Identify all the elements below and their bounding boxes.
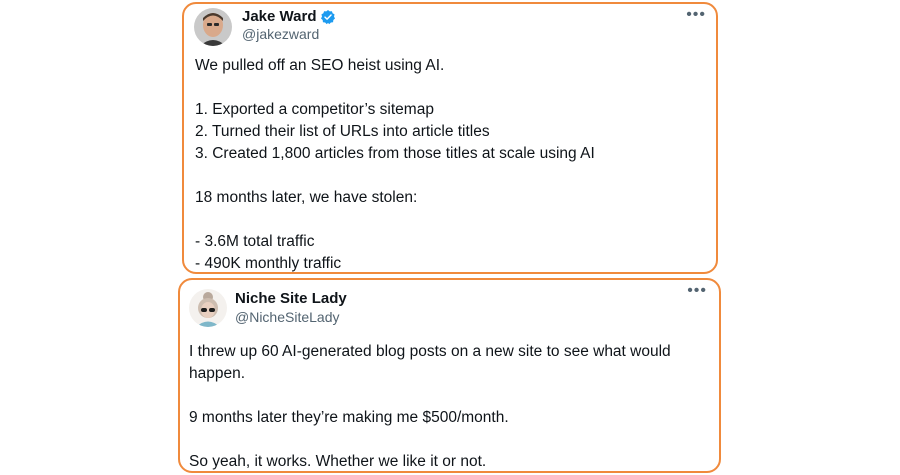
avatar-illustration-icon	[189, 289, 227, 327]
tweet-line: - 3.6M total traffic	[195, 233, 315, 250]
author-name-row: Niche Site Lady	[235, 290, 347, 307]
author-name-row: Jake Ward	[242, 8, 336, 25]
tweet-card-jake-ward[interactable]: Jake Ward @jakezward ••• We pulled off a…	[182, 2, 718, 274]
tweet-body: I threw up 60 AI-generated blog posts on…	[189, 341, 709, 471]
tweet-line: I threw up 60 AI-generated blog posts on…	[189, 343, 671, 382]
verified-badge-icon	[320, 9, 336, 25]
more-horizontal-icon[interactable]: •••	[686, 7, 706, 23]
tweet-line: 3. Created 1,800 articles from those tit…	[195, 145, 595, 162]
author-name[interactable]: Jake Ward	[242, 8, 316, 25]
tweet-line: 1. Exported a competitor’s sitemap	[195, 101, 434, 118]
avatar-photo-icon	[194, 8, 232, 46]
avatar[interactable]	[189, 289, 227, 327]
tweet-line: 18 months later, we have stolen:	[195, 189, 418, 206]
author-name[interactable]: Niche Site Lady	[235, 290, 347, 307]
avatar[interactable]	[194, 8, 232, 46]
author-handle[interactable]: @NicheSiteLady	[235, 309, 340, 325]
tweet-line: - 490K monthly traffic	[195, 255, 342, 272]
more-horizontal-icon[interactable]: •••	[687, 283, 707, 299]
tweet-line: 2. Turned their list of URLs into articl…	[195, 123, 490, 140]
tweet-body: We pulled off an SEO heist using AI. 1. …	[195, 55, 705, 272]
tweet-line: 9 months later they’re making me $500/mo…	[189, 409, 509, 426]
author-handle[interactable]: @jakezward	[242, 26, 319, 42]
tweet-card-niche-site-lady[interactable]: Niche Site Lady @NicheSiteLady ••• I thr…	[178, 278, 721, 473]
tweet-line: So yeah, it works. Whether we like it or…	[189, 453, 487, 470]
tweet-line: We pulled off an SEO heist using AI.	[195, 57, 445, 74]
